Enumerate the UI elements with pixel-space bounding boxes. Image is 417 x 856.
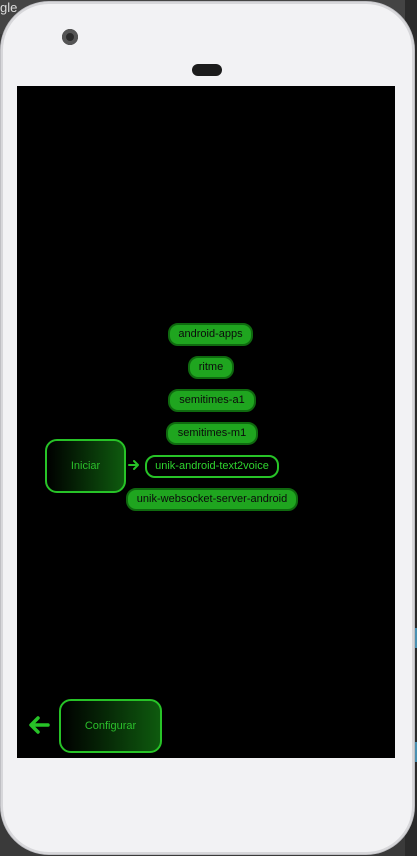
repo-item-unik-android-text2voice[interactable]: unik-android-text2voice [145, 455, 279, 478]
earpiece-speaker [192, 64, 222, 76]
repo-item-semitimes-a1[interactable]: semitimes-a1 [168, 389, 256, 412]
browser-tab-title: gle [0, 0, 18, 15]
configure-button[interactable]: Configurar [59, 699, 162, 753]
repo-item-unik-websocket-server-android[interactable]: unik-websocket-server-android [126, 488, 298, 511]
phone-frame: android-apps ritme semitimes-a1 semitime… [1, 2, 414, 854]
front-camera-icon [62, 29, 78, 45]
app-screen: android-apps ritme semitimes-a1 semitime… [17, 86, 395, 758]
repo-item-ritme[interactable]: ritme [188, 356, 234, 379]
repo-item-semitimes-m1[interactable]: semitimes-m1 [166, 422, 258, 445]
start-button-label: Iniciar [70, 460, 101, 472]
start-button[interactable]: Iniciar [45, 439, 126, 493]
repo-item-android-apps[interactable]: android-apps [168, 323, 253, 346]
configure-button-label: Configurar [84, 720, 137, 732]
arrow-right-icon [128, 460, 139, 470]
arrow-left-icon[interactable] [28, 715, 50, 735]
